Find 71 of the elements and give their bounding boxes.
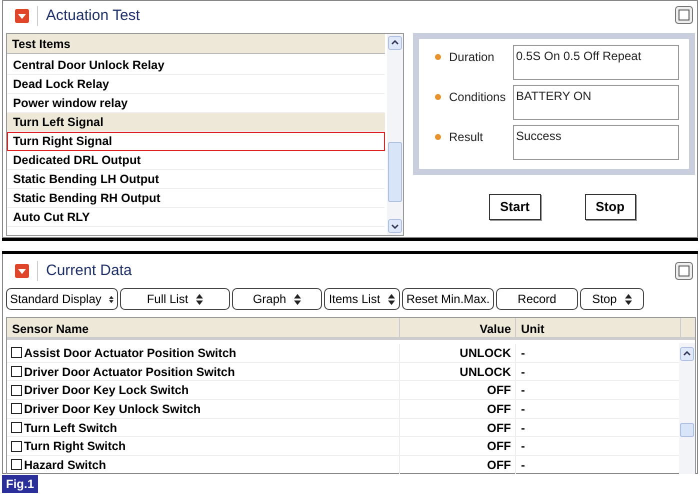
checkbox[interactable] [11,347,22,358]
sort-arrows-icon [294,294,302,304]
column-header: Test Items [7,34,385,54]
list-item[interactable]: Turn Right Signal [7,132,385,151]
table-cell-text: Driver Door Key Unlock Switch [24,400,201,418]
dropdown[interactable]: Full List [120,288,230,310]
scrollbar[interactable] [387,34,403,235]
table-cell-text: Turn Right Switch [24,438,126,456]
table-cell-text: Hazard Switch [24,456,106,474]
bullet-icon [435,134,441,140]
table-cell: UNLOCK [400,362,516,380]
table-cell-text: - [520,382,526,400]
column-header[interactable]: Unit [516,318,681,337]
column-header[interactable]: Value [400,318,516,337]
scroll-thumb[interactable] [388,142,402,202]
dropdown[interactable]: Stop [580,288,644,310]
stop-button[interactable]: Stop [584,194,636,220]
dropdown[interactable]: Items List [324,288,400,310]
column-header[interactable]: Sensor Name [7,318,400,337]
field-label: Conditions [449,89,506,106]
scrollbar[interactable] [679,343,695,474]
checkbox[interactable] [11,403,22,414]
figure-label: Fig.1 [2,475,38,493]
table-cell: UNLOCK [400,344,516,362]
checkbox[interactable] [11,366,22,378]
maximize-icon[interactable] [675,6,693,24]
field-label: Result [449,129,484,146]
bullet-icon [435,54,441,60]
scroll-thumb[interactable] [680,423,694,437]
table-cell-text: Driver Door Actuator Position Switch [24,364,235,381]
collapse-icon[interactable] [15,9,29,23]
table-cell: OFF [400,456,516,474]
checkbox[interactable] [11,459,22,470]
field-value: 0.5S On 0.5 Off Repeat [513,45,679,80]
sort-arrows-icon [109,294,114,304]
table-cell: OFF [400,400,516,418]
collapse-icon[interactable] [15,264,29,278]
checkbox[interactable] [11,422,22,434]
table-cell-text: - [520,401,526,418]
field-label: Duration [449,49,494,66]
start-button[interactable]: Start [489,194,541,220]
table-cell-text: - [520,438,526,456]
list-item[interactable]: Turn Left Signal [7,113,385,132]
table-cell-text: Turn Left Switch [24,420,118,437]
scroll-up-icon[interactable] [388,36,402,50]
maximize-icon[interactable] [675,262,693,280]
table-cell: OFF [400,418,516,436]
checkbox[interactable] [11,384,22,396]
dropdown[interactable]: Standard Display [6,288,118,310]
table-cell-text: Driver Door Key Lock Switch [24,382,189,400]
table-cell-text: Assist Door Actuator Position Switch [24,344,236,362]
table-cell-text: - [520,457,526,474]
scroll-up-icon[interactable] [680,347,694,361]
table-cell-text: - [520,345,526,362]
table-cell: OFF [400,437,516,456]
dropdown[interactable]: Graph [232,288,322,310]
bullet-icon [435,94,441,100]
checkbox[interactable] [11,440,22,452]
field-value: BATTERY ON [513,85,679,120]
sort-arrows-icon [388,294,396,304]
table-cell: OFF [400,381,516,400]
table-cell-text: - [520,420,526,436]
scroll-down-icon[interactable] [388,219,402,233]
toolbar-button[interactable]: Record [496,288,578,310]
sort-arrows-icon [624,294,632,304]
toolbar-button[interactable]: Reset Min.Max. [402,288,494,310]
panel-title: Current Data [46,260,132,281]
sort-arrows-icon [196,294,204,304]
field-value: Success [513,125,679,160]
panel-title: Actuation Test [46,6,140,26]
table-cell-text: - [520,364,526,380]
